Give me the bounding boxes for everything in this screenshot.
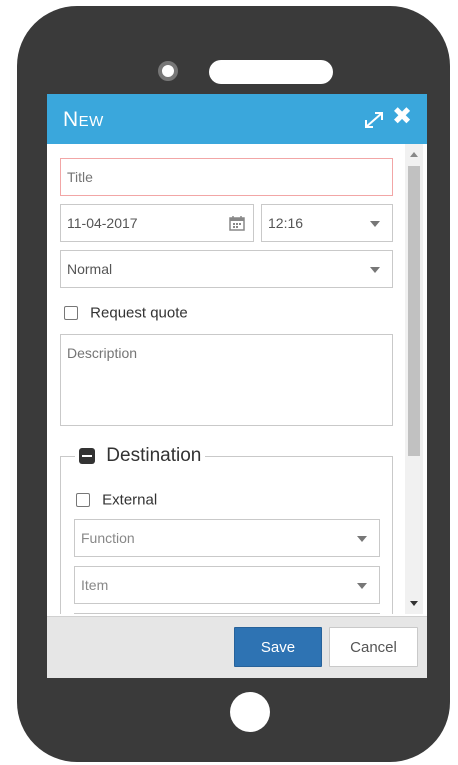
- external-label: External: [102, 491, 158, 509]
- title-input[interactable]: [60, 158, 393, 196]
- vertical-scrollbar[interactable]: [405, 144, 423, 614]
- dialog-title: New: [63, 108, 104, 131]
- external-row: External: [76, 491, 157, 511]
- calendar-icon[interactable]: [229, 215, 245, 231]
- chevron-down-icon: [370, 267, 380, 273]
- item-placeholder: Item: [81, 577, 109, 593]
- date-picker[interactable]: 11-04-2017: [60, 204, 254, 242]
- camera: [158, 61, 178, 81]
- close-icon[interactable]: ✖: [392, 105, 412, 129]
- cancel-button[interactable]: Cancel: [329, 627, 418, 667]
- description-textarea[interactable]: [60, 334, 393, 426]
- priority-value: Normal: [67, 261, 113, 277]
- chevron-down-icon: [370, 221, 380, 227]
- destination-legend[interactable]: Destination: [75, 444, 206, 468]
- maximize-icon[interactable]: [363, 111, 385, 129]
- home-button[interactable]: [230, 692, 270, 732]
- dialog-titlebar: New ✖: [47, 94, 427, 144]
- function-placeholder: Function: [81, 530, 135, 546]
- form-content: 11-04-2017 12:16 Normal: [47, 144, 403, 614]
- scroll-down-icon[interactable]: [410, 601, 418, 606]
- chevron-down-icon: [357, 583, 367, 589]
- chevron-down-icon: [357, 536, 367, 542]
- destination-fieldset: Destination External Function Item: [60, 444, 393, 614]
- speaker: [209, 60, 333, 84]
- item-select[interactable]: Item: [74, 566, 380, 604]
- dialog-window: New ✖ 11-04-2017: [47, 94, 427, 678]
- priority-select[interactable]: Normal: [60, 250, 393, 288]
- dialog-footer: Save Cancel: [47, 616, 427, 678]
- request-quote-row: Request quote: [64, 304, 188, 324]
- next-field-partial[interactable]: [74, 613, 380, 614]
- date-value: 11-04-2017: [67, 215, 138, 231]
- save-button[interactable]: Save: [234, 627, 322, 667]
- scroll-thumb[interactable]: [408, 166, 420, 456]
- request-quote-label: Request quote: [90, 304, 188, 322]
- request-quote-checkbox[interactable]: [64, 306, 78, 321]
- external-checkbox[interactable]: [76, 493, 90, 508]
- destination-legend-label: Destination: [106, 445, 202, 466]
- function-select[interactable]: Function: [74, 519, 380, 557]
- collapse-icon[interactable]: [79, 447, 95, 464]
- scroll-up-icon[interactable]: [410, 152, 418, 157]
- time-value: 12:16: [268, 215, 304, 231]
- time-select[interactable]: 12:16: [261, 204, 393, 242]
